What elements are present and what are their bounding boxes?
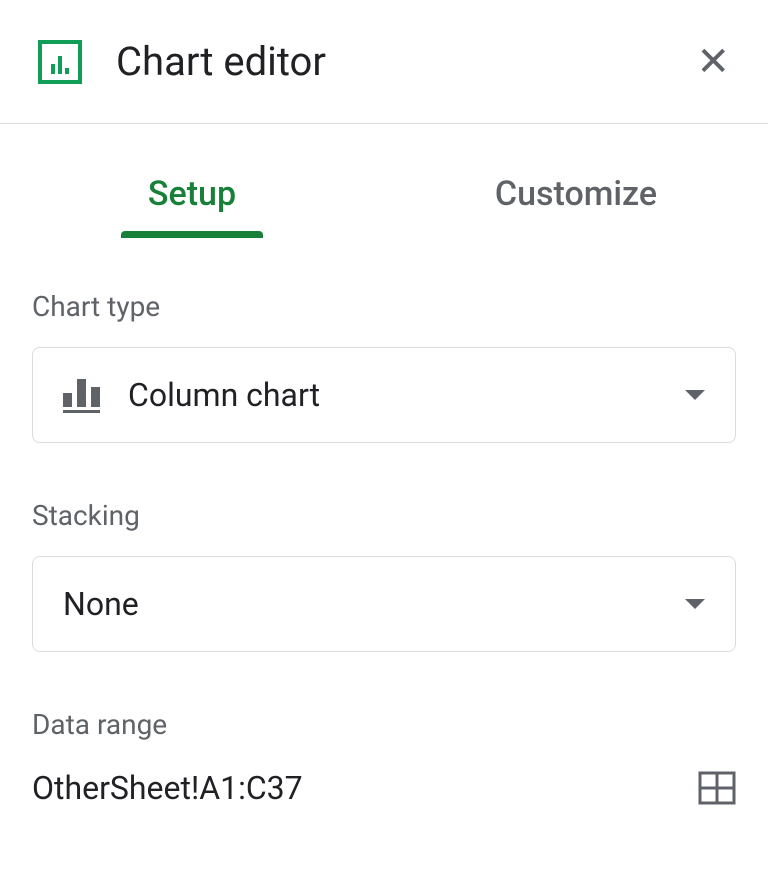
- stacking-label: Stacking: [32, 499, 736, 532]
- chart-type-value: Column chart: [128, 376, 685, 414]
- close-icon[interactable]: ✕: [696, 42, 730, 82]
- tab-customize[interactable]: Customize: [384, 162, 768, 238]
- column-chart-icon: [63, 377, 100, 413]
- panel-header: Chart editor ✕: [0, 0, 768, 124]
- chevron-down-icon: [685, 390, 705, 400]
- data-range-label: Data range: [32, 708, 736, 741]
- stacking-value: None: [63, 585, 685, 623]
- data-range-row: OtherSheet!A1:C37: [32, 765, 736, 811]
- chart-type-select[interactable]: Column chart: [32, 347, 736, 443]
- panel-title: Chart editor: [116, 38, 696, 85]
- tab-setup[interactable]: Setup: [0, 162, 384, 238]
- setup-content: Chart type Column chart Stacking None Da…: [0, 238, 768, 811]
- data-range-value[interactable]: OtherSheet!A1:C37: [32, 769, 303, 807]
- select-range-icon[interactable]: [698, 771, 736, 805]
- tab-bar: Setup Customize: [0, 162, 768, 238]
- chart-editor-icon: [38, 40, 82, 84]
- stacking-select[interactable]: None: [32, 556, 736, 652]
- chevron-down-icon: [685, 599, 705, 609]
- chart-type-label: Chart type: [32, 290, 736, 323]
